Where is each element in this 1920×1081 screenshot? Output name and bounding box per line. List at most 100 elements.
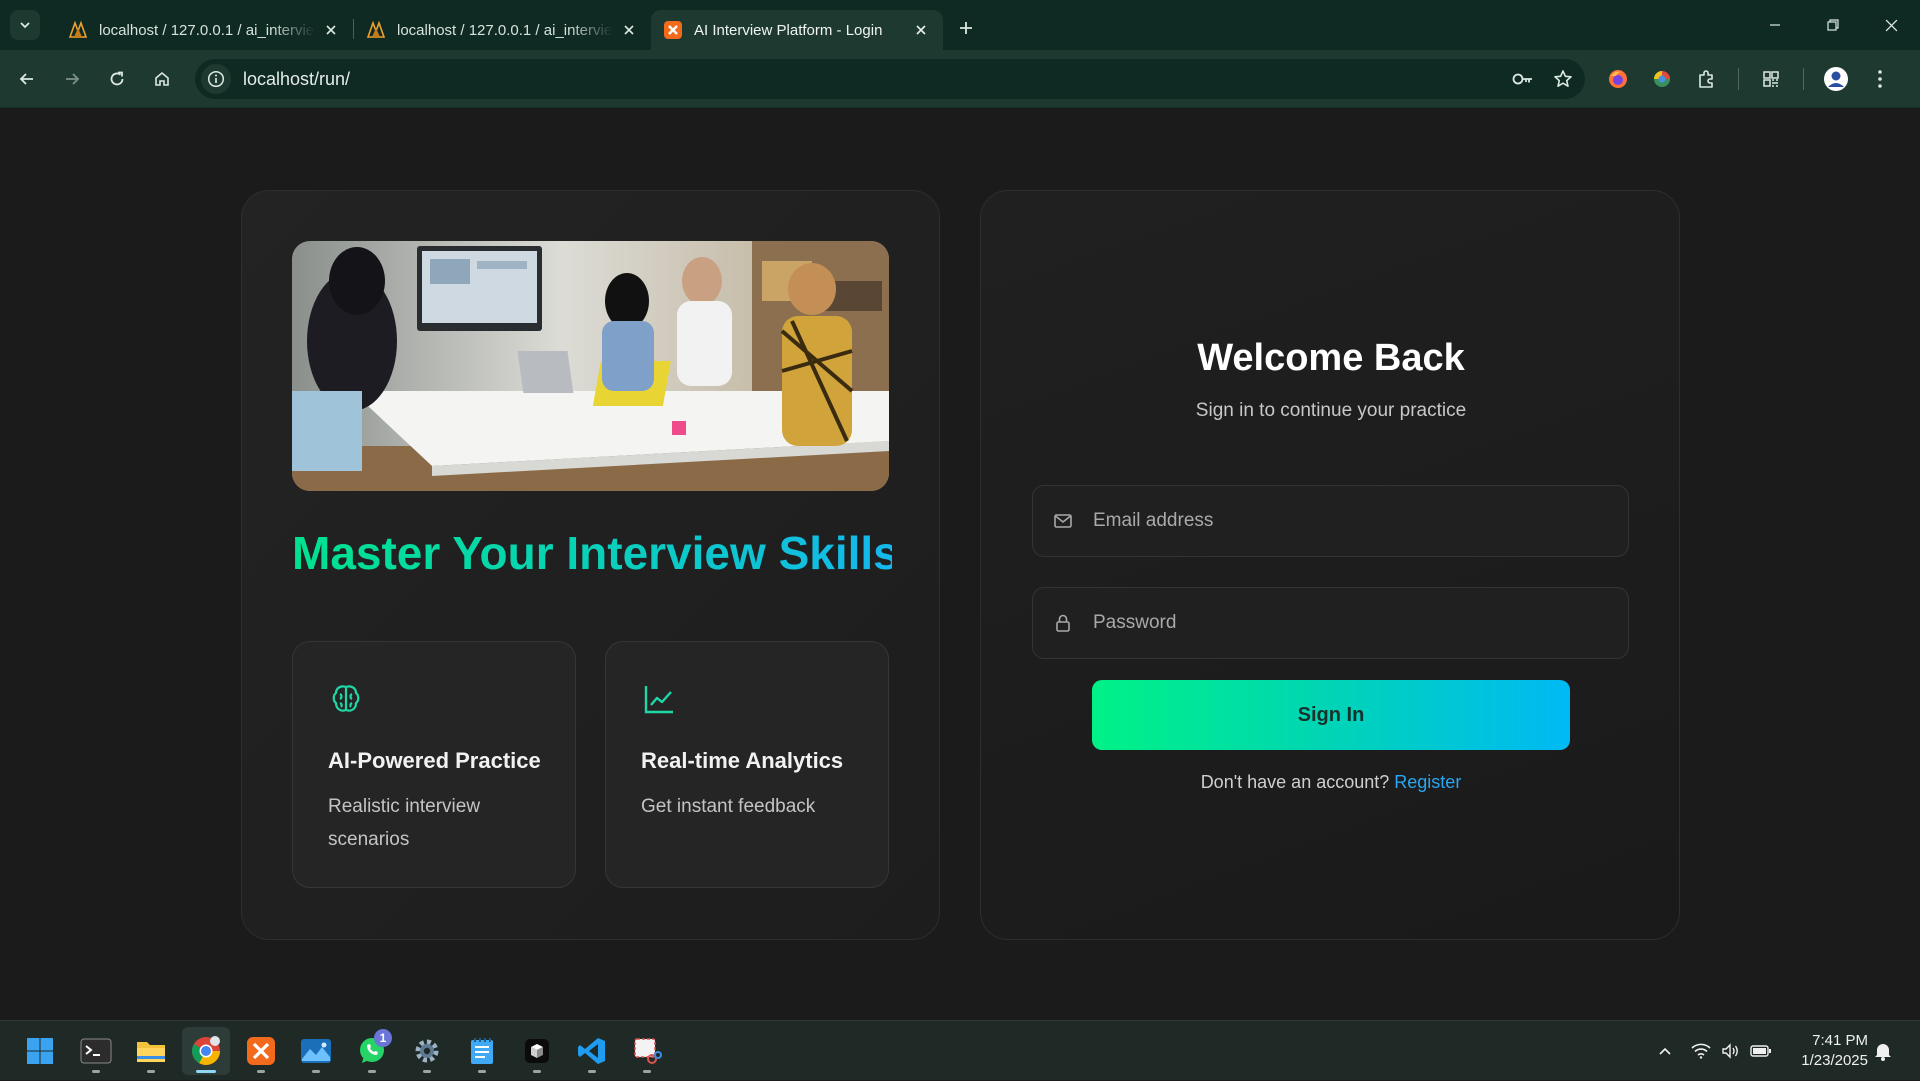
wifi-button[interactable] bbox=[1686, 1043, 1716, 1059]
taskbar-chrome[interactable] bbox=[182, 1027, 230, 1075]
register-link[interactable]: Register bbox=[1394, 772, 1461, 792]
running-indicator bbox=[257, 1070, 265, 1073]
taskbar-app-cube[interactable] bbox=[513, 1027, 561, 1075]
back-button[interactable] bbox=[7, 59, 47, 99]
more-vertical-icon bbox=[1878, 70, 1882, 88]
taskbar-terminal[interactable] bbox=[72, 1027, 120, 1075]
taskbar-file-explorer[interactable] bbox=[127, 1027, 175, 1075]
taskbar-xampp[interactable] bbox=[237, 1027, 285, 1075]
extensions-menu-button[interactable] bbox=[1684, 59, 1728, 99]
home-button[interactable] bbox=[142, 59, 182, 99]
taskbar-notepad[interactable] bbox=[458, 1027, 506, 1075]
puzzle-icon bbox=[1699, 70, 1713, 88]
browser-toolbar: localhost/run/ bbox=[0, 50, 1920, 108]
tab-search-button[interactable] bbox=[10, 10, 40, 40]
info-icon bbox=[207, 70, 225, 88]
site-info-button[interactable] bbox=[201, 64, 231, 94]
photos-icon bbox=[301, 1039, 331, 1063]
chevron-down-icon bbox=[20, 22, 30, 29]
reload-button[interactable] bbox=[97, 59, 137, 99]
gear-icon bbox=[415, 1039, 439, 1063]
taskbar-snipping-tool[interactable] bbox=[623, 1027, 671, 1075]
taskbar-clock[interactable]: 7:41 PM 1/23/2025 bbox=[1801, 1031, 1868, 1071]
running-indicator bbox=[147, 1070, 155, 1073]
window-controls bbox=[1746, 0, 1920, 50]
phpmyadmin-icon bbox=[366, 20, 386, 38]
envelope-icon bbox=[1054, 514, 1072, 528]
minimize-button[interactable] bbox=[1746, 0, 1804, 50]
sign-in-button[interactable]: Sign In bbox=[1092, 680, 1570, 750]
browser-tab-bar: localhost / 127.0.0.1 / ai_interview loc… bbox=[0, 0, 1920, 50]
xampp-icon bbox=[664, 21, 682, 39]
bell-icon bbox=[1875, 1044, 1891, 1061]
taskbar-settings[interactable] bbox=[403, 1027, 451, 1075]
taskbar-vscode[interactable] bbox=[568, 1027, 616, 1075]
active-indicator bbox=[196, 1070, 216, 1073]
extension-colorful-button[interactable] bbox=[1640, 59, 1684, 99]
notification-badge: 1 bbox=[374, 1029, 392, 1047]
grid-icon bbox=[1763, 71, 1779, 87]
show-hidden-icons-button[interactable] bbox=[1652, 1043, 1678, 1059]
tab-title: localhost / 127.0.0.1 / ai_interview bbox=[99, 21, 315, 39]
close-window-button[interactable] bbox=[1862, 0, 1920, 50]
browser-tab-active[interactable]: AI Interview Platform - Login bbox=[651, 10, 943, 50]
toolbar-divider bbox=[1738, 68, 1739, 90]
running-indicator bbox=[478, 1070, 486, 1073]
battery-button[interactable] bbox=[1746, 1043, 1776, 1059]
taskbar-photos[interactable] bbox=[292, 1027, 340, 1075]
taskbar-whatsapp[interactable]: 1 bbox=[348, 1027, 396, 1075]
battery-icon bbox=[1750, 1045, 1771, 1057]
new-tab-button[interactable] bbox=[951, 13, 981, 43]
restore-button[interactable] bbox=[1804, 0, 1862, 50]
snipping-tool-icon bbox=[634, 1038, 662, 1064]
tab-groups-button[interactable] bbox=[1749, 59, 1793, 99]
browser-tab[interactable]: localhost / 127.0.0.1 / ai_interview bbox=[354, 10, 651, 50]
running-indicator bbox=[423, 1070, 431, 1073]
arrow-left-icon bbox=[19, 72, 33, 85]
extension-colorful-icon bbox=[1654, 71, 1670, 87]
minimize-icon bbox=[1770, 24, 1780, 26]
folder-icon bbox=[137, 1042, 165, 1062]
bookmark-button[interactable] bbox=[1553, 69, 1573, 89]
email-field[interactable] bbox=[1032, 485, 1629, 557]
vscode-icon bbox=[578, 1038, 605, 1064]
profile-button[interactable] bbox=[1814, 59, 1858, 99]
close-tab-button[interactable] bbox=[911, 20, 931, 40]
close-tab-button[interactable] bbox=[619, 20, 639, 40]
start-button[interactable] bbox=[16, 1027, 64, 1075]
arrow-right-icon bbox=[66, 72, 80, 85]
chrome-icon bbox=[192, 1036, 220, 1065]
password-key-button[interactable] bbox=[1511, 70, 1535, 88]
feature-card-ai-practice: AI-Powered Practice Realistic interview … bbox=[292, 641, 576, 888]
password-input[interactable] bbox=[1093, 588, 1628, 658]
home-icon bbox=[155, 71, 169, 86]
login-subtitle: Sign in to continue your practice bbox=[1195, 400, 1467, 421]
address-bar[interactable]: localhost/run/ bbox=[195, 59, 1585, 99]
browser-tab[interactable]: localhost / 127.0.0.1 / ai_interview bbox=[56, 10, 353, 50]
extensions-area bbox=[1596, 50, 1902, 108]
notepad-icon bbox=[471, 1038, 493, 1064]
firefox-icon bbox=[1609, 70, 1627, 88]
extension-firefox-button[interactable] bbox=[1596, 59, 1640, 99]
feature-description: Realistic interview scenarios bbox=[328, 796, 481, 850]
close-icon bbox=[916, 25, 926, 35]
star-icon bbox=[1554, 70, 1572, 87]
page-viewport: Master Your Interview Skills AI-Powered … bbox=[0, 109, 1920, 1020]
feature-title: Real-time Analytics bbox=[641, 748, 844, 773]
login-title: Welcome Back bbox=[1197, 337, 1465, 379]
browser-menu-button[interactable] bbox=[1858, 59, 1902, 99]
system-tray bbox=[1652, 1021, 1776, 1081]
password-field[interactable] bbox=[1032, 587, 1629, 659]
plus-icon bbox=[960, 22, 972, 34]
url-text: localhost/run/ bbox=[243, 68, 351, 89]
close-tab-button[interactable] bbox=[321, 20, 341, 40]
wifi-icon bbox=[1691, 1043, 1711, 1059]
email-input[interactable] bbox=[1093, 486, 1628, 556]
toolbar-divider bbox=[1803, 68, 1804, 90]
volume-button[interactable] bbox=[1716, 1043, 1746, 1059]
feature-card-analytics: Real-time Analytics Get instant feedback bbox=[605, 641, 889, 888]
forward-button[interactable] bbox=[52, 59, 92, 99]
feature-description: Get instant feedback bbox=[641, 796, 816, 817]
register-prompt-line: Don't have an account? Register bbox=[981, 772, 1681, 793]
notifications-button[interactable] bbox=[1874, 1021, 1892, 1081]
